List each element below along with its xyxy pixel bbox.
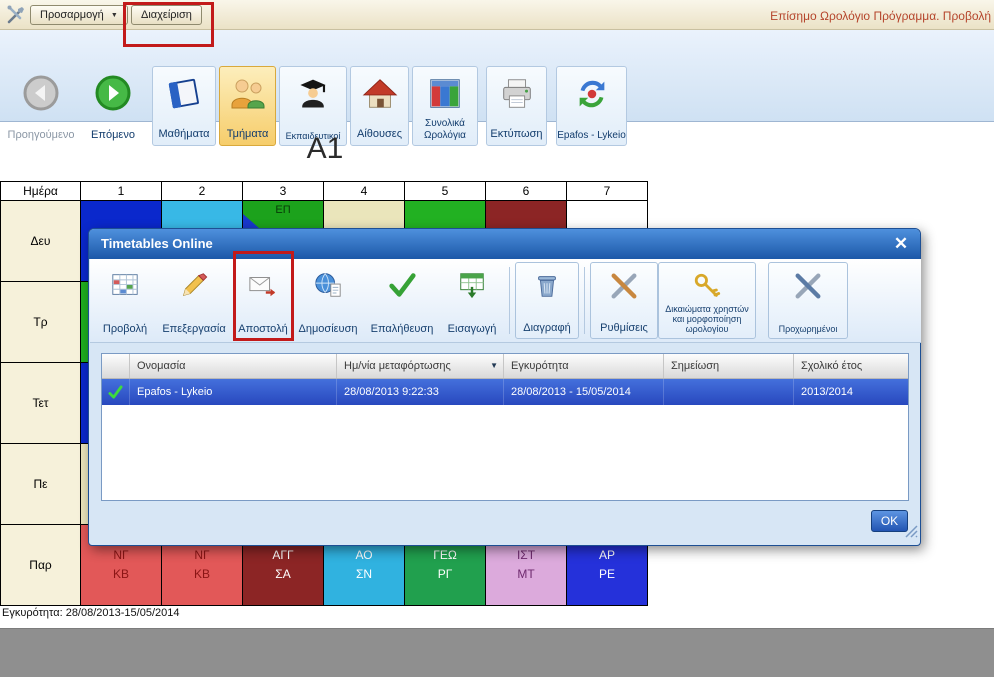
- pencil-icon: [179, 268, 209, 302]
- desktop-background: [0, 628, 994, 677]
- grid-view-icon: [110, 268, 140, 302]
- cell-text: ΕΠ: [275, 201, 290, 219]
- settings-label: Ρυθμίσεις: [600, 322, 648, 334]
- checkmark-icon: [387, 268, 417, 302]
- printer-icon: [498, 71, 536, 117]
- header-period-4: 4: [324, 182, 405, 201]
- dialog-titlebar[interactable]: Timetables Online: [89, 229, 920, 259]
- manage-label: Διαχείριση: [141, 9, 192, 21]
- column-header-note[interactable]: Σημείωση: [664, 354, 794, 378]
- row-validity-cell: 28/08/2013 - 15/05/2014: [504, 379, 664, 405]
- table-row-selected[interactable]: Epafos - Lykeio 28/08/2013 9:22:33 28/08…: [102, 379, 908, 405]
- sync-arrows-icon: [573, 71, 611, 117]
- customize-label: Προσαρμογή: [40, 9, 104, 21]
- delete-button[interactable]: Διαγραφή: [515, 262, 579, 339]
- timetable-grid-icon: [426, 71, 464, 117]
- header-period-1: 1: [81, 182, 162, 201]
- trash-icon: [532, 269, 562, 303]
- row-name-cell: Epafos - Lykeio: [130, 379, 337, 405]
- back-arrow-icon: [21, 70, 61, 116]
- header-period-6: 6: [486, 182, 567, 201]
- envelope-send-icon: [248, 268, 278, 302]
- app-window: Προσαρμογή ▼ Διαχείριση Επίσημο Ωρολόγιο…: [0, 0, 994, 677]
- column-header-name[interactable]: Ονομασία: [130, 354, 337, 378]
- settings-button[interactable]: Ρυθμίσεις: [590, 262, 658, 339]
- timetables-online-dialog: Timetables Online ✕ Προβολή Επεξεργασία: [88, 228, 921, 546]
- column-header-validity[interactable]: Εγκυρότητα: [504, 354, 664, 378]
- resize-grip[interactable]: [905, 525, 918, 543]
- import-label: Εισαγωγή: [448, 323, 497, 335]
- globe-icon: [313, 268, 343, 302]
- advanced-label: Προχωρημένοι: [779, 324, 838, 334]
- top-menubar: Προσαρμογή ▼ Διαχείριση Επίσημο Ωρολόγιο…: [0, 0, 994, 30]
- green-check-icon: [108, 385, 123, 400]
- validity-text: Εγκυρότητα: 28/08/2013-15/05/2014: [2, 607, 179, 619]
- verify-button[interactable]: Επαλήθευση: [364, 262, 440, 339]
- header-period-3: 3: [243, 182, 324, 201]
- chevron-down-icon: ▼: [111, 12, 118, 19]
- row-note-cell: [664, 379, 794, 405]
- timetable-header-row: Ημέρα 1 2 3 4 5 6 7: [1, 182, 648, 201]
- delete-label: Διαγραφή: [523, 322, 571, 334]
- send-button[interactable]: Αποστολή: [234, 262, 292, 339]
- day-label: Τρ: [1, 282, 81, 363]
- ok-button[interactable]: OK: [871, 510, 908, 532]
- customize-dropdown-button[interactable]: Προσαρμογή ▼: [30, 5, 128, 25]
- tools-crossed-icon: [609, 269, 639, 303]
- graduate-icon: [295, 71, 331, 117]
- people-icon: [228, 71, 268, 117]
- view-label: Προβολή: [103, 323, 147, 335]
- manage-button[interactable]: Διαχείριση: [131, 5, 202, 25]
- tools-icon: [6, 5, 26, 30]
- timetable-title: A1: [0, 132, 650, 166]
- day-label: Πε: [1, 444, 81, 525]
- row-school-year-cell: 2013/2014: [794, 379, 908, 405]
- edit-button[interactable]: Επεξεργασία: [154, 262, 234, 339]
- book-icon: [165, 71, 203, 117]
- advanced-tools-icon: [793, 269, 823, 303]
- row-upload-date-cell: 28/08/2013 9:22:33: [337, 379, 504, 405]
- forward-arrow-icon: [93, 70, 133, 116]
- table-import-icon: [457, 268, 487, 302]
- user-rights-button[interactable]: Δικαιώματα χρηστών και μορφοποίηση ωρολο…: [658, 262, 756, 339]
- verify-label: Επαλήθευση: [371, 323, 434, 335]
- publish-label: Δημοσίευση: [299, 323, 358, 335]
- dialog-toolbar: Προβολή Επεξεργασία Αποστολή Δημοσίευση: [90, 259, 921, 343]
- header-period-5: 5: [405, 182, 486, 201]
- header-period-7: 7: [567, 182, 648, 201]
- column-header-upload-date[interactable]: Ημ/νία μεταφόρτωσης ▼: [337, 354, 504, 378]
- keys-icon: [692, 269, 722, 303]
- day-label: Τετ: [1, 363, 81, 444]
- close-icon[interactable]: ✕: [890, 233, 912, 255]
- header-day: Ημέρα: [1, 182, 81, 201]
- column-header-school-year[interactable]: Σχολικό έτος: [794, 354, 908, 378]
- day-label: Δευ: [1, 201, 81, 282]
- day-label: Παρ: [1, 525, 81, 606]
- sort-descending-icon: ▼: [490, 354, 498, 378]
- table-header-row: Ονομασία Ημ/νία μεταφόρτωσης ▼ Εγκυρότητ…: [102, 354, 908, 379]
- dialog-title: Timetables Online: [101, 236, 213, 251]
- row-status-cell: [102, 379, 130, 405]
- import-button[interactable]: Εισαγωγή: [440, 262, 504, 339]
- user-rights-label: Δικαιώματα χρηστών και μορφοποίηση ωρολο…: [660, 304, 754, 334]
- ribbon-toolbar: Προηγούμενο Επόμενο Μαθήματα Τμήματα Εκπ…: [0, 30, 994, 122]
- advanced-button[interactable]: Προχωρημένοι: [768, 262, 848, 339]
- official-schedule-status-text: Επίσημο Ωρολόγιο Πρόγραμμα. Προβολή: [770, 9, 991, 23]
- timetables-table: Ονομασία Ημ/νία μεταφόρτωσης ▼ Εγκυρότητ…: [101, 353, 909, 501]
- send-label: Αποστολή: [238, 323, 287, 335]
- edit-label: Επεξεργασία: [162, 323, 225, 335]
- view-button[interactable]: Προβολή: [96, 262, 154, 339]
- house-icon: [361, 71, 399, 117]
- toolbar-separator: [509, 267, 510, 334]
- column-header-label: Ημ/νία μεταφόρτωσης: [344, 354, 451, 378]
- toolbar-separator: [584, 267, 585, 334]
- publish-button[interactable]: Δημοσίευση: [292, 262, 364, 339]
- header-period-2: 2: [162, 182, 243, 201]
- column-header-status[interactable]: [102, 354, 130, 378]
